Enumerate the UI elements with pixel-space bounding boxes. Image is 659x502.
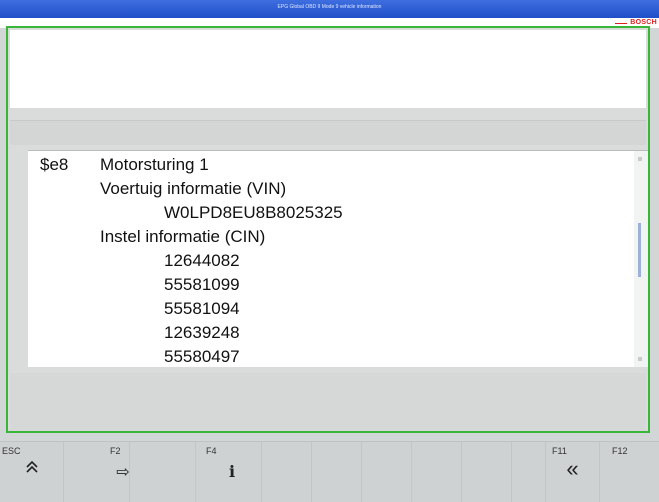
fkey-label: F12 (612, 446, 628, 456)
fkey-label: F11 (552, 446, 567, 456)
vehicle-info-list: $e8 Motorsturing 1 Voertuig informatie (… (28, 150, 648, 367)
lower-band (10, 373, 646, 431)
ecu-id: $e8 (40, 155, 69, 174)
cin-value: 12644082 (164, 251, 240, 270)
f10-key[interactable] (512, 442, 546, 502)
ecu-name: Motorsturing 1 (100, 155, 209, 174)
f5-key[interactable] (262, 442, 312, 502)
brand-divider (615, 23, 627, 24)
function-key-bar: ESC F2 ⇨ F4 i F11 « F12 (0, 441, 659, 502)
f12-key[interactable]: F12 (600, 442, 659, 502)
vertical-scrollbar[interactable] (634, 151, 648, 367)
f4-key[interactable]: F4 i (196, 442, 262, 502)
f7-key[interactable] (362, 442, 412, 502)
scroll-down-arrow[interactable] (638, 357, 642, 361)
window-title: EPG Global OBD II Mode 9 vehicle informa… (277, 4, 382, 10)
fkey-label: F4 (206, 446, 217, 456)
info-icon: i (228, 462, 236, 481)
f11-key[interactable]: F11 « (546, 442, 600, 502)
header-band (10, 120, 646, 145)
scroll-up-arrow[interactable] (638, 157, 642, 161)
cin-value: 55581099 (164, 275, 240, 294)
header-area (10, 30, 646, 108)
cin-value: 12639248 (164, 323, 240, 342)
cin-value: 55581094 (164, 299, 240, 318)
f3-key[interactable] (130, 442, 196, 502)
f6-key[interactable] (312, 442, 362, 502)
window-titlebar: EPG Global OBD II Mode 9 vehicle informa… (0, 0, 659, 18)
esc-key[interactable]: ESC (0, 442, 64, 502)
main-panel: $e8 Motorsturing 1 Voertuig informatie (… (6, 26, 650, 433)
ecu-row[interactable]: $e8 Motorsturing 1 (28, 153, 628, 177)
f8-key[interactable] (412, 442, 462, 502)
vin-value: W0LPD8EU8B8025325 (164, 203, 343, 222)
f9-key[interactable] (462, 442, 512, 502)
double-chevron-up-icon (0, 460, 63, 479)
scrollbar-thumb[interactable] (638, 223, 641, 277)
fkey-label: ESC (2, 446, 21, 456)
f2-key[interactable]: F2 ⇨ (64, 442, 130, 502)
cin-value: 55580497 (164, 347, 240, 366)
bosch-logo: BOSCH (630, 19, 657, 26)
cin-label: Instel informatie (CIN) (100, 227, 266, 246)
double-chevron-left-icon: « (566, 456, 579, 481)
fkey-label: F2 (110, 446, 121, 456)
vin-label: Voertuig informatie (VIN) (100, 179, 287, 198)
